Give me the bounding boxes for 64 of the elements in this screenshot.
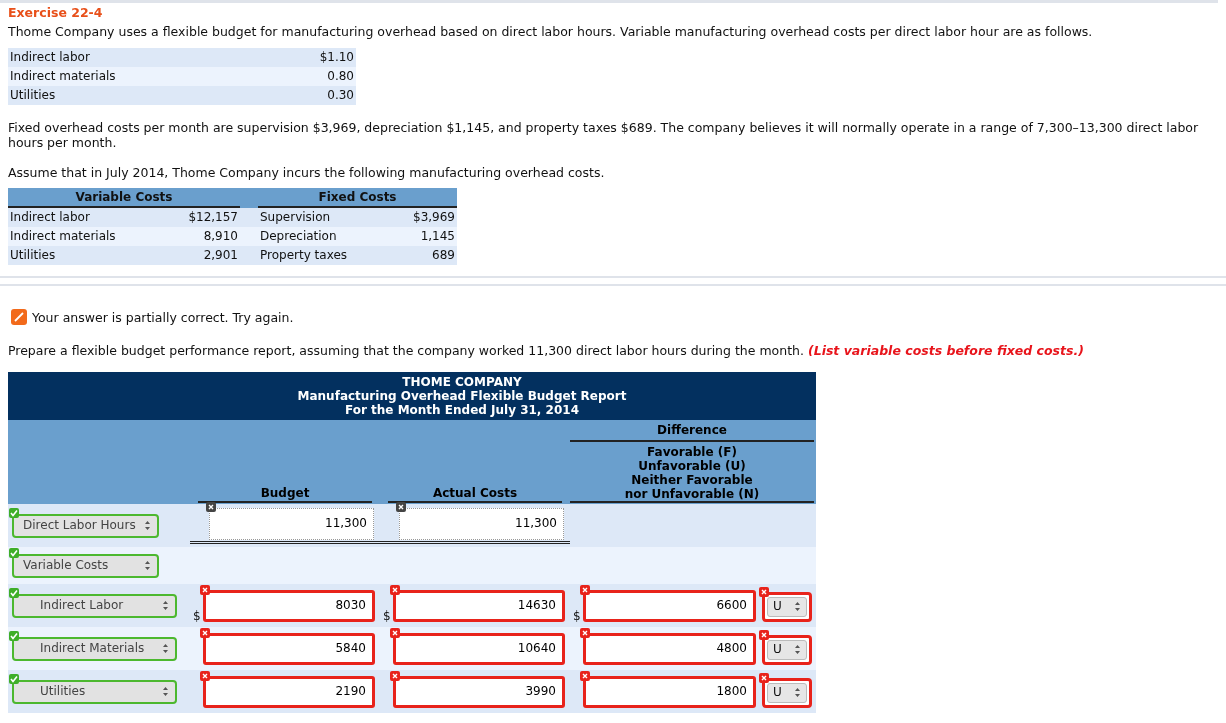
cost-amount: 689 — [432, 248, 455, 263]
updown-caret-icon — [794, 687, 801, 698]
intro-text: Thome Company uses a flexible budget for manufacturing overhead based on direct labor hours. Variable manufacturing overhead costs per direct labor hour are as follows. — [8, 24, 1094, 39]
number-field[interactable]: 6600 — [583, 589, 756, 622]
label-dropdown[interactable]: Indirect Labor — [12, 593, 177, 618]
legend-line: nor Unfavorable (N) — [623, 487, 761, 501]
updown-caret-icon — [162, 686, 169, 697]
number-field[interactable]: 11,300 — [399, 507, 564, 540]
column-header: Difference — [570, 423, 814, 442]
number-field[interactable]: 10640 — [393, 632, 565, 665]
legend-line: Favorable (F) — [646, 445, 738, 459]
direction-dropdown[interactable]: U — [762, 677, 812, 708]
direction-dropdown[interactable]: U — [762, 591, 812, 622]
instruction-text: Prepare a flexible budget performance report, assuming that the company worked 11,300 direct labor hours during the month. — [8, 343, 804, 358]
fixed-costs-text: Fixed overhead costs per month are supervision $3,969, depreciation $1,145, and property taxes $689. The company believes it will normally operate in a range of 7,300–13,300 direct labor hours per month. — [8, 120, 1200, 150]
number-field[interactable]: 3990 — [393, 675, 565, 708]
rate-value: $1.10 — [319, 50, 354, 65]
updown-caret-icon — [144, 520, 151, 531]
cost-label: Supervision — [260, 210, 331, 225]
legend-line: Neither Favorable — [630, 473, 754, 487]
rate-value: 0.30 — [327, 88, 354, 103]
cost-amount: $3,969 — [413, 210, 455, 225]
number-field[interactable]: 1800 — [583, 675, 756, 708]
rate-label: Indirect materials — [10, 69, 116, 84]
updown-caret-icon — [794, 601, 801, 612]
cost-amount: 8,910 — [203, 229, 238, 244]
assumption-text: Assume that in July 2014, Thome Company incurs the following manufacturing overhead costs. — [8, 165, 606, 180]
cost-label: Property taxes — [260, 248, 348, 263]
number-field[interactable]: 8030 — [203, 589, 375, 622]
updown-caret-icon — [794, 644, 801, 655]
updown-caret-icon — [144, 560, 151, 571]
cost-amount: 2,901 — [203, 248, 238, 263]
label-dropdown[interactable]: Indirect Materials — [12, 636, 177, 661]
cost-label: Depreciation — [260, 229, 337, 244]
label-dropdown[interactable]: Direct Labor Hours — [12, 513, 159, 538]
legend-line: Unfavorable (U) — [637, 459, 747, 473]
number-field[interactable]: 4800 — [583, 632, 756, 665]
number-field[interactable]: 11,300 — [209, 507, 374, 540]
report-title: THOME COMPANY — [401, 375, 523, 389]
label-dropdown[interactable]: Variable Costs — [12, 553, 159, 578]
cost-amount: 1,145 — [420, 229, 455, 244]
rate-label: Utilities — [10, 88, 56, 103]
cost-label: Utilities — [10, 248, 56, 263]
cost-label: Indirect materials — [10, 229, 116, 244]
label-dropdown[interactable]: Utilities — [12, 679, 177, 704]
instruction-note: (List variable costs before fixed costs.) — [807, 343, 1084, 358]
rate-label: Indirect labor — [10, 50, 90, 65]
updown-caret-icon — [162, 643, 169, 654]
number-field[interactable]: 2190 — [203, 675, 375, 708]
rate-value: 0.80 — [327, 69, 354, 84]
dollar-sign: $ — [193, 609, 201, 622]
dollar-sign: $ — [573, 609, 581, 622]
exercise-title: Exercise 22-4 — [8, 5, 104, 20]
updown-caret-icon — [162, 600, 169, 611]
dollar-sign: $ — [383, 609, 391, 622]
report-title: Manufacturing Overhead Flexible Budget Report — [296, 389, 628, 403]
report-title: For the Month Ended July 31, 2014 — [344, 403, 580, 417]
number-field[interactable]: 5840 — [203, 632, 375, 665]
direction-dropdown[interactable]: U — [762, 634, 812, 665]
pencil-icon — [11, 309, 27, 325]
cost-amount: $12,157 — [188, 210, 238, 225]
cost-label: Indirect labor — [10, 210, 90, 225]
number-field[interactable]: 14630 — [393, 589, 565, 622]
feedback-message: Your answer is partially correct. Try again. — [32, 309, 294, 325]
